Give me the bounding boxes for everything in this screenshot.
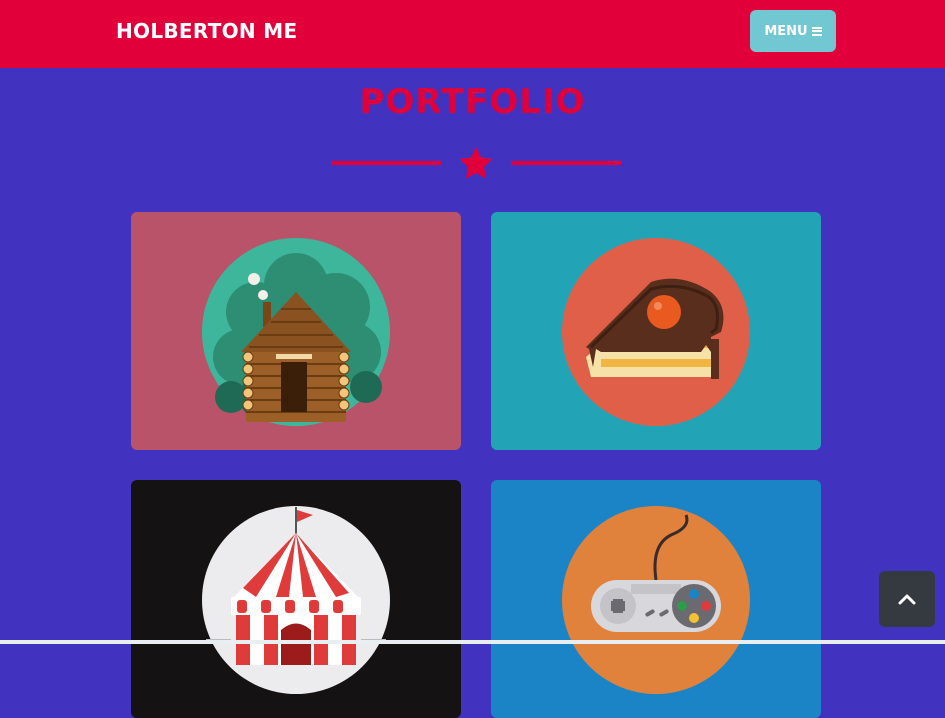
menu-button[interactable]: MENU	[750, 10, 836, 52]
star-divider	[331, 147, 621, 179]
cabin-icon	[202, 238, 390, 426]
star-icon	[459, 147, 493, 179]
portfolio-item-circus[interactable]	[131, 480, 461, 718]
back-to-top-button[interactable]	[879, 571, 935, 627]
game-controller-icon	[562, 506, 750, 694]
chevron-up-icon	[898, 594, 916, 605]
portfolio-item-cabin[interactable]	[131, 212, 461, 450]
divider-line-right	[511, 161, 621, 165]
menu-label: MENU	[764, 23, 808, 39]
cake-icon	[562, 238, 750, 426]
brand-link[interactable]: HOLBERTON ME	[116, 19, 297, 43]
navbar: HOLBERTON ME MENU	[0, 0, 945, 68]
portfolio-item-game[interactable]	[491, 480, 821, 718]
divider-line-left	[331, 161, 441, 165]
section-title: PORTFOLIO	[359, 82, 586, 122]
page-bottom-edge	[0, 640, 945, 644]
bars-icon	[811, 26, 822, 36]
portfolio-item-cake[interactable]	[491, 212, 821, 450]
circus-tent-icon	[202, 506, 390, 694]
